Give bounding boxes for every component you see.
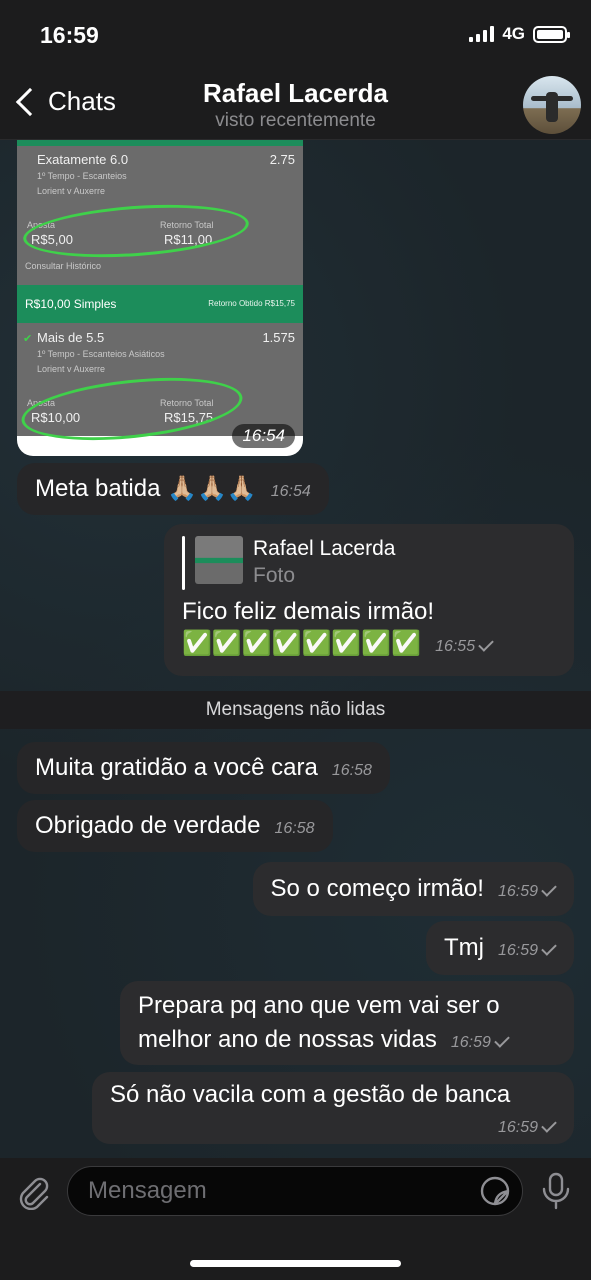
message-text: Obrigado de verdade xyxy=(35,812,261,839)
reply-thumbnail xyxy=(195,536,243,584)
status-icons: 4G xyxy=(469,24,570,44)
message-outgoing-reply[interactable]: Rafael Lacerda Foto Fico feliz demais ir… xyxy=(164,524,574,676)
message-incoming[interactable]: Obrigado de verdade 16:58 xyxy=(17,800,333,852)
message-outgoing[interactable]: Só não vacila com a gestão de banca 16:5… xyxy=(92,1072,574,1144)
message-time: 16:54 xyxy=(232,424,295,448)
network-label: 4G xyxy=(502,24,525,43)
check-icon xyxy=(541,940,557,956)
slip-bet2-title: R$10,00 Simples xyxy=(25,297,117,311)
message-time: 16:59 xyxy=(497,1119,538,1136)
signal-icon xyxy=(469,26,495,42)
highlight-circle xyxy=(18,368,246,450)
reply-type: Foto xyxy=(253,564,296,587)
message-text: Tmj xyxy=(443,934,484,961)
slip-bet2-match: Lorient v Auxerre xyxy=(37,364,106,374)
slip-bet1-market: Exatamente 6.0 xyxy=(37,152,129,167)
chat-header: 16:59 4G Chats Rafael Lacerda visto rece… xyxy=(0,0,591,140)
message-outgoing[interactable]: So o começo irmão! 16:59 xyxy=(252,862,574,916)
unread-divider: Mensagens não lidas xyxy=(0,691,591,729)
avatar[interactable] xyxy=(523,76,581,134)
message-incoming[interactable]: Meta batida 🙏🏼🙏🏼🙏🏼 16:54 xyxy=(17,463,329,515)
message-text: Prepara pq ano que vem vai ser o xyxy=(138,992,500,1019)
emoji-line: ✅✅✅✅✅✅✅✅ xyxy=(182,630,422,657)
message-time: 16:55 xyxy=(435,638,476,655)
message-text: Fico feliz demais irmão! xyxy=(182,598,435,625)
sticker-icon[interactable] xyxy=(479,1175,511,1207)
message-time: 16:59 xyxy=(497,883,538,900)
message-text: Meta batida 🙏🏼🙏🏼🙏🏼 xyxy=(35,475,257,502)
reply-author: Rafael Lacerda xyxy=(253,537,396,560)
slip-bet2-period: 1º Tempo - Escanteios Asiáticos xyxy=(37,349,165,359)
message-text: Só não vacila com a gestão de banca xyxy=(110,1081,511,1108)
reply-preview[interactable]: Rafael Lacerda Foto xyxy=(182,536,556,590)
check-icon: ✔ xyxy=(23,333,33,345)
slip-bet1-match: Lorient v Auxerre xyxy=(37,186,106,196)
battery-icon xyxy=(533,25,570,43)
check-icon xyxy=(541,881,557,897)
bet-slip-image: Exatamente 6.0 2.75 1º Tempo - Escanteio… xyxy=(17,140,303,450)
message-incoming[interactable]: Muita gratidão a você cara 16:58 xyxy=(17,742,390,794)
message-outgoing[interactable]: Prepara pq ano que vem vai ser o melhor … xyxy=(120,981,574,1065)
image-message[interactable]: Exatamente 6.0 2.75 1º Tempo - Escanteio… xyxy=(17,140,303,456)
message-input[interactable] xyxy=(67,1166,523,1216)
contact-name[interactable]: Rafael Lacerda xyxy=(0,78,591,109)
message-time: 16:59 xyxy=(450,1034,491,1051)
message-text: Muita gratidão a você cara xyxy=(35,754,318,781)
slip-bet2-odds: 1.575 xyxy=(262,330,295,345)
microphone-icon[interactable] xyxy=(540,1172,572,1210)
message-time: 16:59 xyxy=(497,942,538,959)
double-check-icon xyxy=(478,636,494,652)
message-outgoing[interactable]: Tmj 16:59 xyxy=(425,921,574,975)
highlight-circle xyxy=(21,198,251,264)
message-text: melhor ano de nossas vidas xyxy=(138,1026,437,1053)
message-time: 16:58 xyxy=(274,820,315,837)
check-icon xyxy=(541,1117,557,1133)
slip-bet2-return-obtained: Retorno Obtido R$15,75 xyxy=(208,299,295,308)
message-time: 16:58 xyxy=(331,762,372,779)
slip-bet1-period: 1º Tempo - Escanteios xyxy=(37,171,127,181)
slip-history-link: Consultar Histórico xyxy=(25,261,102,271)
message-text: So o começo irmão! xyxy=(270,875,484,902)
home-indicator[interactable] xyxy=(190,1260,401,1267)
slip-bet1-odds: 2.75 xyxy=(269,152,295,167)
check-icon xyxy=(494,1032,510,1048)
slip-bet2-market: Mais de 5.5 xyxy=(37,330,105,345)
status-time: 16:59 xyxy=(40,22,99,48)
paperclip-icon[interactable] xyxy=(18,1176,50,1210)
message-time: 16:54 xyxy=(270,483,311,500)
contact-status: visto recentemente xyxy=(215,110,376,131)
